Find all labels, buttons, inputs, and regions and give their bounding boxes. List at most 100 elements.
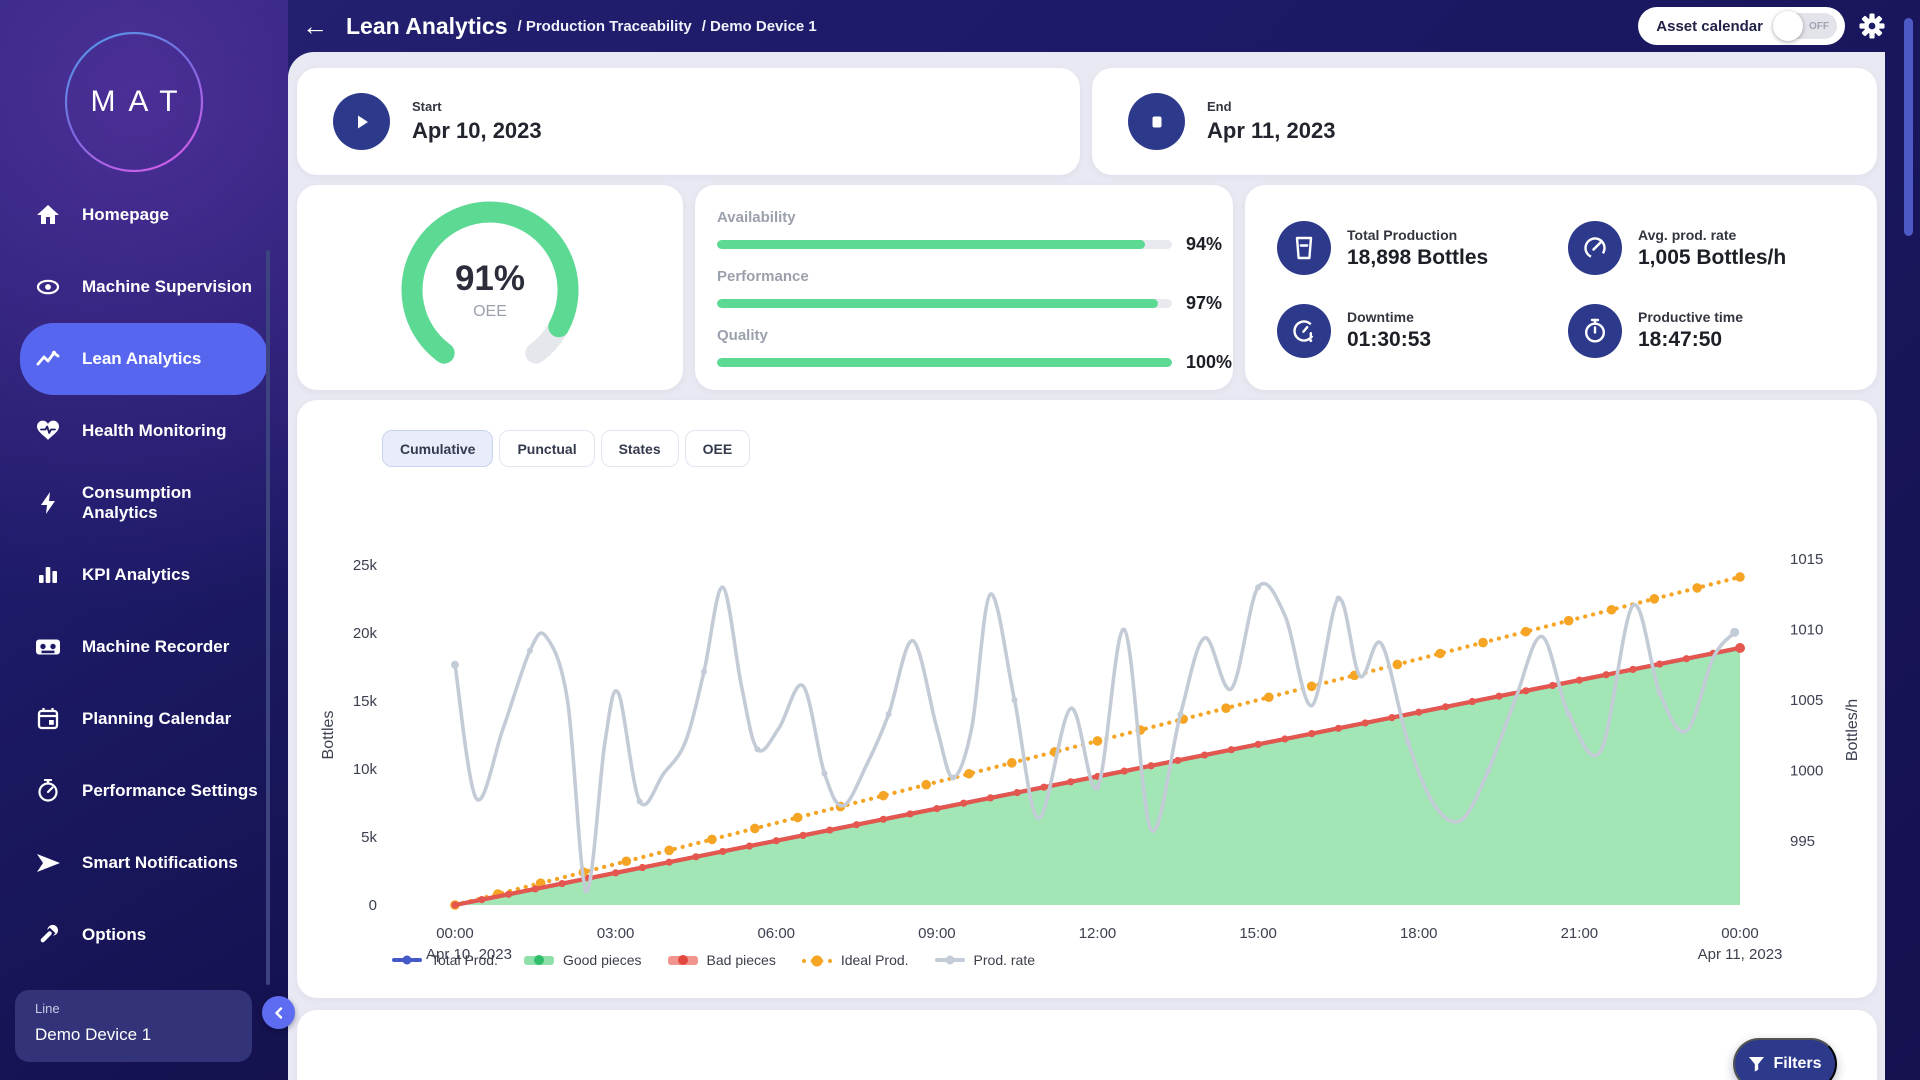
end-label: End — [1207, 99, 1335, 114]
sidebar-item-machine-recorder[interactable]: Machine Recorder — [20, 611, 268, 683]
traceability-table-card — [297, 1010, 1877, 1080]
svg-text:1000: 1000 — [1790, 763, 1823, 780]
line-chart-icon — [32, 346, 64, 372]
production-line-chart: 05k10k15k20k25kBottles995100010051010101… — [297, 400, 1877, 998]
chart-tabs: Cumulative Punctual States OEE — [382, 430, 750, 467]
sidebar-item-label: Smart Notifications — [82, 853, 238, 873]
legend-bad-pieces[interactable]: Bad pieces — [668, 952, 776, 968]
page-scrollbar[interactable] — [1904, 18, 1913, 236]
svg-text:18:00: 18:00 — [1400, 925, 1438, 942]
downtime-stat: Downtime 01:30:53 — [1277, 294, 1568, 369]
sidebar-item-homepage[interactable]: Homepage — [20, 179, 268, 251]
stat-label: Productive time — [1638, 309, 1743, 325]
line-value: Demo Device 1 — [35, 1025, 252, 1045]
svg-text:12:00: 12:00 — [1079, 925, 1117, 942]
sidebar-item-label: Options — [82, 925, 146, 945]
tab-states[interactable]: States — [601, 430, 679, 467]
selected-line-card[interactable]: Line Demo Device 1 — [15, 990, 252, 1062]
svg-text:03:00: 03:00 — [597, 925, 635, 942]
tab-punctual[interactable]: Punctual — [499, 430, 594, 467]
funnel-icon — [1748, 1056, 1765, 1073]
logo-ring-icon — [64, 32, 204, 172]
oee-value: 91% — [455, 259, 525, 299]
oee-ratios-card: Availability 94% Performance 97% Quality… — [695, 185, 1233, 390]
sidebar-scrollbar[interactable] — [266, 250, 270, 985]
svg-text:1005: 1005 — [1790, 692, 1823, 709]
end-date-card[interactable]: End Apr 11, 2023 — [1092, 68, 1877, 175]
stopwatch-icon — [1568, 304, 1622, 358]
end-date: Apr 11, 2023 — [1207, 118, 1335, 144]
svg-text:10k: 10k — [353, 761, 378, 778]
oee-label: OEE — [473, 303, 507, 321]
sidebar-item-consumption-analytics[interactable]: Consumption Analytics — [20, 467, 268, 539]
breadcrumb-traceability[interactable]: / Production Traceability — [517, 18, 691, 35]
sidebar-item-label: Machine Supervision — [82, 277, 252, 297]
sidebar-item-lean-analytics[interactable]: Lean Analytics — [20, 323, 268, 395]
availability-bar — [717, 240, 1172, 249]
sidebar-item-label: Homepage — [82, 205, 169, 225]
sidebar-collapse-button[interactable] — [262, 996, 295, 1029]
svg-text:5k: 5k — [361, 829, 377, 846]
stat-label: Downtime — [1347, 309, 1431, 325]
asset-calendar-toggle-pill[interactable]: Asset calendar OFF — [1638, 7, 1845, 45]
sidebar-item-smart-notifications[interactable]: Smart Notifications — [20, 827, 268, 899]
sidebar-item-performance-settings[interactable]: Performance Settings — [20, 755, 268, 827]
header-actions: Asset calendar OFF — [1638, 7, 1885, 45]
quality-value: 100% — [1186, 352, 1232, 373]
filters-label: Filters — [1773, 1055, 1821, 1073]
sidebar-item-options[interactable]: Options — [20, 899, 268, 971]
production-stats-card: Total Production 18,898 Bottles Avg. pro… — [1245, 185, 1877, 390]
performance-row: Performance 97% — [717, 268, 1213, 314]
svg-text:00:00: 00:00 — [1721, 925, 1759, 942]
stat-value: 1,005 Bottles/h — [1638, 246, 1786, 270]
stat-value: 18,898 Bottles — [1347, 246, 1488, 270]
performance-value: 97% — [1186, 293, 1222, 314]
legend-ideal-prod[interactable]: Ideal Prod. — [802, 952, 909, 968]
sidebar-item-label: Machine Recorder — [82, 637, 229, 657]
sidebar-item-machine-supervision[interactable]: Machine Supervision — [20, 251, 268, 323]
filters-button[interactable]: Filters — [1733, 1038, 1837, 1080]
tab-cumulative[interactable]: Cumulative — [382, 430, 493, 467]
avg-prod-rate-stat: Avg. prod. rate 1,005 Bottles/h — [1568, 211, 1859, 286]
sidebar-item-kpi-analytics[interactable]: KPI Analytics — [20, 539, 268, 611]
performance-label: Performance — [717, 268, 1213, 285]
availability-label: Availability — [717, 209, 1213, 226]
legend-good-pieces[interactable]: Good pieces — [524, 952, 642, 968]
quality-bar — [717, 358, 1172, 367]
quality-row: Quality 100% — [717, 327, 1213, 373]
stat-value: 01:30:53 — [1347, 328, 1431, 352]
start-date-card[interactable]: Start Apr 10, 2023 — [297, 68, 1080, 175]
send-icon — [32, 849, 64, 877]
chevron-left-icon — [273, 1007, 285, 1019]
asset-calendar-switch[interactable]: OFF — [1775, 13, 1837, 39]
svg-text:15:00: 15:00 — [1239, 925, 1277, 942]
settings-gear-icon[interactable] — [1859, 13, 1885, 39]
productive-time-stat: Productive time 18:47:50 — [1568, 294, 1859, 369]
oee-gauge-card: 91% OEE — [297, 185, 683, 390]
wrench-icon — [32, 923, 64, 947]
page-title: Lean Analytics — [346, 13, 507, 40]
breadcrumb-device[interactable]: / Demo Device 1 — [702, 18, 817, 35]
calendar-icon — [32, 707, 64, 731]
bottle-icon — [1277, 221, 1331, 275]
stat-label: Total Production — [1347, 227, 1488, 243]
sidebar-item-label: Lean Analytics — [82, 349, 201, 369]
sidebar-item-health-monitoring[interactable]: Health Monitoring — [20, 395, 268, 467]
availability-row: Availability 94% — [717, 209, 1213, 255]
svg-text:Apr 11, 2023: Apr 11, 2023 — [1698, 946, 1783, 963]
svg-text:09:00: 09:00 — [918, 925, 956, 942]
legend-total-prod[interactable]: Total Prod. — [392, 952, 498, 968]
sidebar-nav: Homepage Machine Supervision Lean Analyt… — [0, 179, 288, 971]
sidebar-item-planning-calendar[interactable]: Planning Calendar — [20, 683, 268, 755]
back-arrow-icon[interactable]: ← — [302, 13, 328, 39]
bar-chart-icon — [32, 563, 64, 587]
heart-pulse-icon — [32, 418, 64, 444]
performance-bar — [717, 299, 1172, 308]
legend-prod-rate[interactable]: Prod. rate — [935, 952, 1035, 968]
sidebar: MAT Homepage Machine Supervision Lean An… — [0, 0, 288, 1080]
sidebar-item-label: KPI Analytics — [82, 565, 190, 585]
gauge-icon — [32, 779, 64, 803]
tab-oee[interactable]: OEE — [685, 430, 751, 467]
app-screen: MAT Homepage Machine Supervision Lean An… — [0, 0, 1920, 1080]
availability-value: 94% — [1186, 234, 1222, 255]
